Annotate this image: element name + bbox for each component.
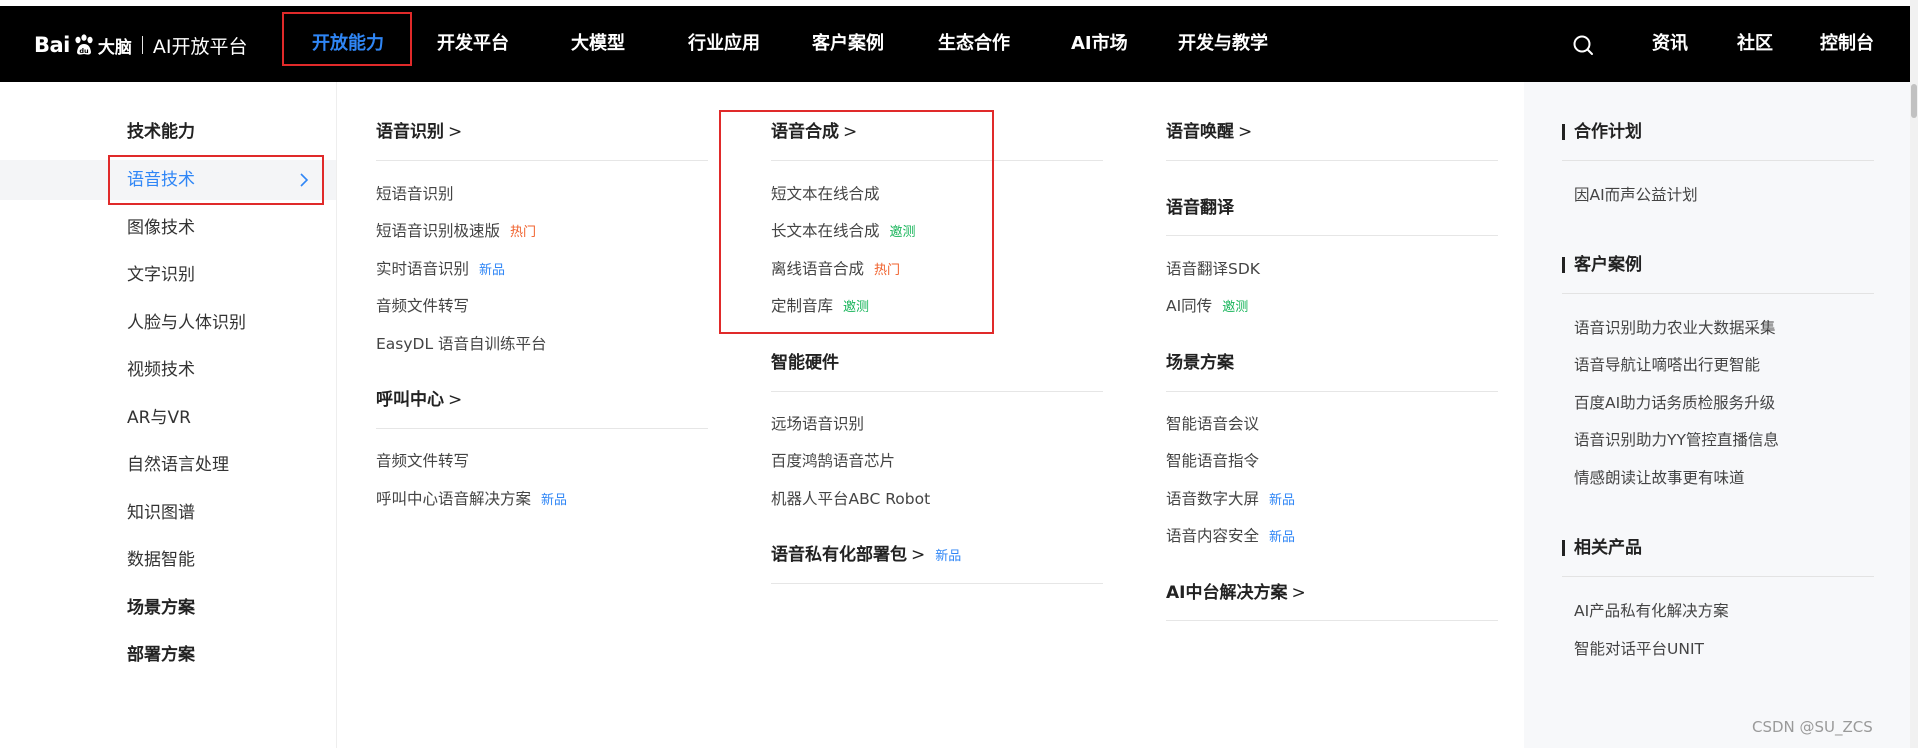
left-item-nlp[interactable]: 自然语言处理 — [127, 453, 229, 477]
link-short-asr-fast[interactable]: 短语音识别极速版 热门 — [376, 220, 536, 244]
section-scene-title: 场景方案 — [1166, 353, 1234, 373]
divider — [1166, 391, 1498, 392]
nav-console[interactable]: 控制台 — [1820, 6, 1874, 82]
link-translate-sdk[interactable]: 语音翻译SDK — [1166, 258, 1260, 280]
divider — [771, 583, 1103, 584]
nav-customer-cases[interactable]: 客户案例 — [812, 6, 884, 82]
link-voice-content-safety[interactable]: 语音内容安全 新品 — [1166, 525, 1295, 549]
watermark: CSDN @SU_ZCS — [1752, 718, 1873, 736]
link-honghu-chip[interactable]: 百度鸿鹄语音芯片 — [771, 450, 895, 472]
divider — [1562, 576, 1874, 577]
nav-ecosystem[interactable]: 生态合作 — [938, 6, 1010, 82]
rp-products-title: 相关产品 — [1562, 536, 1642, 560]
svg-text:du: du — [79, 47, 89, 55]
link-voice-command[interactable]: 智能语音指令 — [1166, 450, 1259, 472]
section-private-deploy-title[interactable]: 语音私有化部署包 > 新品 — [771, 543, 961, 569]
section-asr-title[interactable]: 语音识别 > — [376, 120, 462, 144]
rp-partner-title: 合作计划 — [1562, 120, 1642, 144]
rp-link-case-1[interactable]: 语音识别助力农业大数据采集 — [1574, 317, 1776, 339]
paw-icon: du — [75, 34, 93, 55]
rp-link-unit[interactable]: 智能对话平台UNIT — [1574, 638, 1704, 660]
rp-cases-title: 客户案例 — [1562, 253, 1642, 277]
search-icon[interactable] — [1572, 34, 1594, 56]
divider — [1562, 293, 1874, 294]
left-item-scene-solutions[interactable]: 场景方案 — [127, 596, 195, 620]
logo-platform: AI开放平台 — [152, 35, 248, 58]
rp-link-case-3[interactable]: 百度AI助力话务质检服务升级 — [1574, 392, 1775, 414]
left-item-ocr[interactable]: 文字识别 — [127, 263, 195, 287]
nav-news[interactable]: 资讯 — [1652, 6, 1688, 82]
selected-item-highlight-box — [108, 155, 324, 205]
link-abc-robot[interactable]: 机器人平台ABC Robot — [771, 488, 930, 510]
section-wakeup-title[interactable]: 语音唤醒 > — [1166, 120, 1252, 144]
left-item-deploy-solutions[interactable]: 部署方案 — [127, 643, 195, 667]
new-badge: 新品 — [479, 263, 506, 278]
new-badge: 新品 — [1269, 530, 1296, 545]
section-hardware-title: 智能硬件 — [771, 353, 839, 373]
rp-link-case-2[interactable]: 语音导航让嘀嗒出行更智能 — [1574, 354, 1760, 376]
nav-ai-market[interactable]: AI市场 — [1071, 6, 1128, 82]
new-badge: 新品 — [1269, 493, 1296, 508]
link-realtime-asr[interactable]: 实时语音识别 新品 — [376, 258, 505, 282]
left-item-ar-vr[interactable]: AR与VR — [127, 406, 191, 430]
link-ai-interpretation[interactable]: AI同传 邀测 — [1166, 295, 1248, 319]
baidu-ai-logo[interactable]: Bai du 大脑 AI开放平台 — [34, 30, 248, 60]
divider — [1562, 160, 1874, 161]
nav-big-model[interactable]: 大模型 — [571, 6, 625, 82]
left-item-face-body[interactable]: 人脸与人体识别 — [127, 311, 246, 335]
left-menu-heading: 技术能力 — [127, 122, 195, 142]
rp-link-case-5[interactable]: 情感朗读让故事更有味道 — [1574, 467, 1745, 489]
link-far-field-asr[interactable]: 远场语音识别 — [771, 413, 864, 435]
link-callcenter-solution[interactable]: 呼叫中心语音解决方案 新品 — [376, 488, 567, 512]
link-voice-meeting[interactable]: 智能语音会议 — [1166, 413, 1259, 435]
beta-badge: 邀测 — [1222, 300, 1249, 315]
divider — [771, 391, 1103, 392]
left-item-data-intelligence[interactable]: 数据智能 — [127, 548, 195, 572]
divider — [376, 428, 708, 429]
active-nav-highlight-box — [282, 12, 412, 66]
rp-link-private-ai[interactable]: AI产品私有化解决方案 — [1574, 600, 1729, 622]
link-callcenter-transcribe[interactable]: 音频文件转写 — [376, 450, 469, 472]
link-voice-dashboard[interactable]: 语音数字大屏 新品 — [1166, 488, 1295, 512]
nav-industry[interactable]: 行业应用 — [688, 6, 760, 82]
link-easydl-speech[interactable]: EasyDL 语音自训练平台 — [376, 333, 547, 355]
nav-dev-platform[interactable]: 开发平台 — [437, 6, 509, 82]
divider — [1166, 235, 1498, 236]
divider — [376, 160, 708, 161]
link-audio-transcribe[interactable]: 音频文件转写 — [376, 295, 469, 317]
section-callcenter-title[interactable]: 呼叫中心 > — [376, 388, 462, 412]
section-translate-title: 语音翻译 — [1166, 198, 1234, 218]
hot-badge: 热门 — [510, 225, 537, 240]
logo-brand: Bai — [34, 33, 70, 57]
logo-divider — [141, 36, 143, 54]
nav-dev-teaching[interactable]: 开发与教学 — [1178, 6, 1268, 82]
left-item-video[interactable]: 视频技术 — [127, 358, 195, 382]
left-item-image[interactable]: 图像技术 — [127, 216, 195, 240]
left-item-knowledge-graph[interactable]: 知识图谱 — [127, 501, 195, 525]
section-aicenter-title[interactable]: AI中台解决方案 > — [1166, 581, 1306, 605]
divider — [1166, 620, 1498, 621]
link-short-asr[interactable]: 短语音识别 — [376, 183, 454, 205]
divider — [1166, 160, 1498, 161]
scrollbar-thumb[interactable] — [1911, 84, 1917, 118]
new-badge: 新品 — [935, 549, 962, 564]
logo-brand-cn: 大脑 — [97, 37, 132, 58]
new-badge: 新品 — [541, 493, 568, 508]
tts-highlight-box — [719, 110, 994, 334]
rp-link-case-4[interactable]: 语音识别助力YY管控直播信息 — [1574, 429, 1779, 451]
rp-link-charity[interactable]: 因AI而声公益计划 — [1574, 184, 1698, 206]
nav-community[interactable]: 社区 — [1737, 6, 1773, 82]
